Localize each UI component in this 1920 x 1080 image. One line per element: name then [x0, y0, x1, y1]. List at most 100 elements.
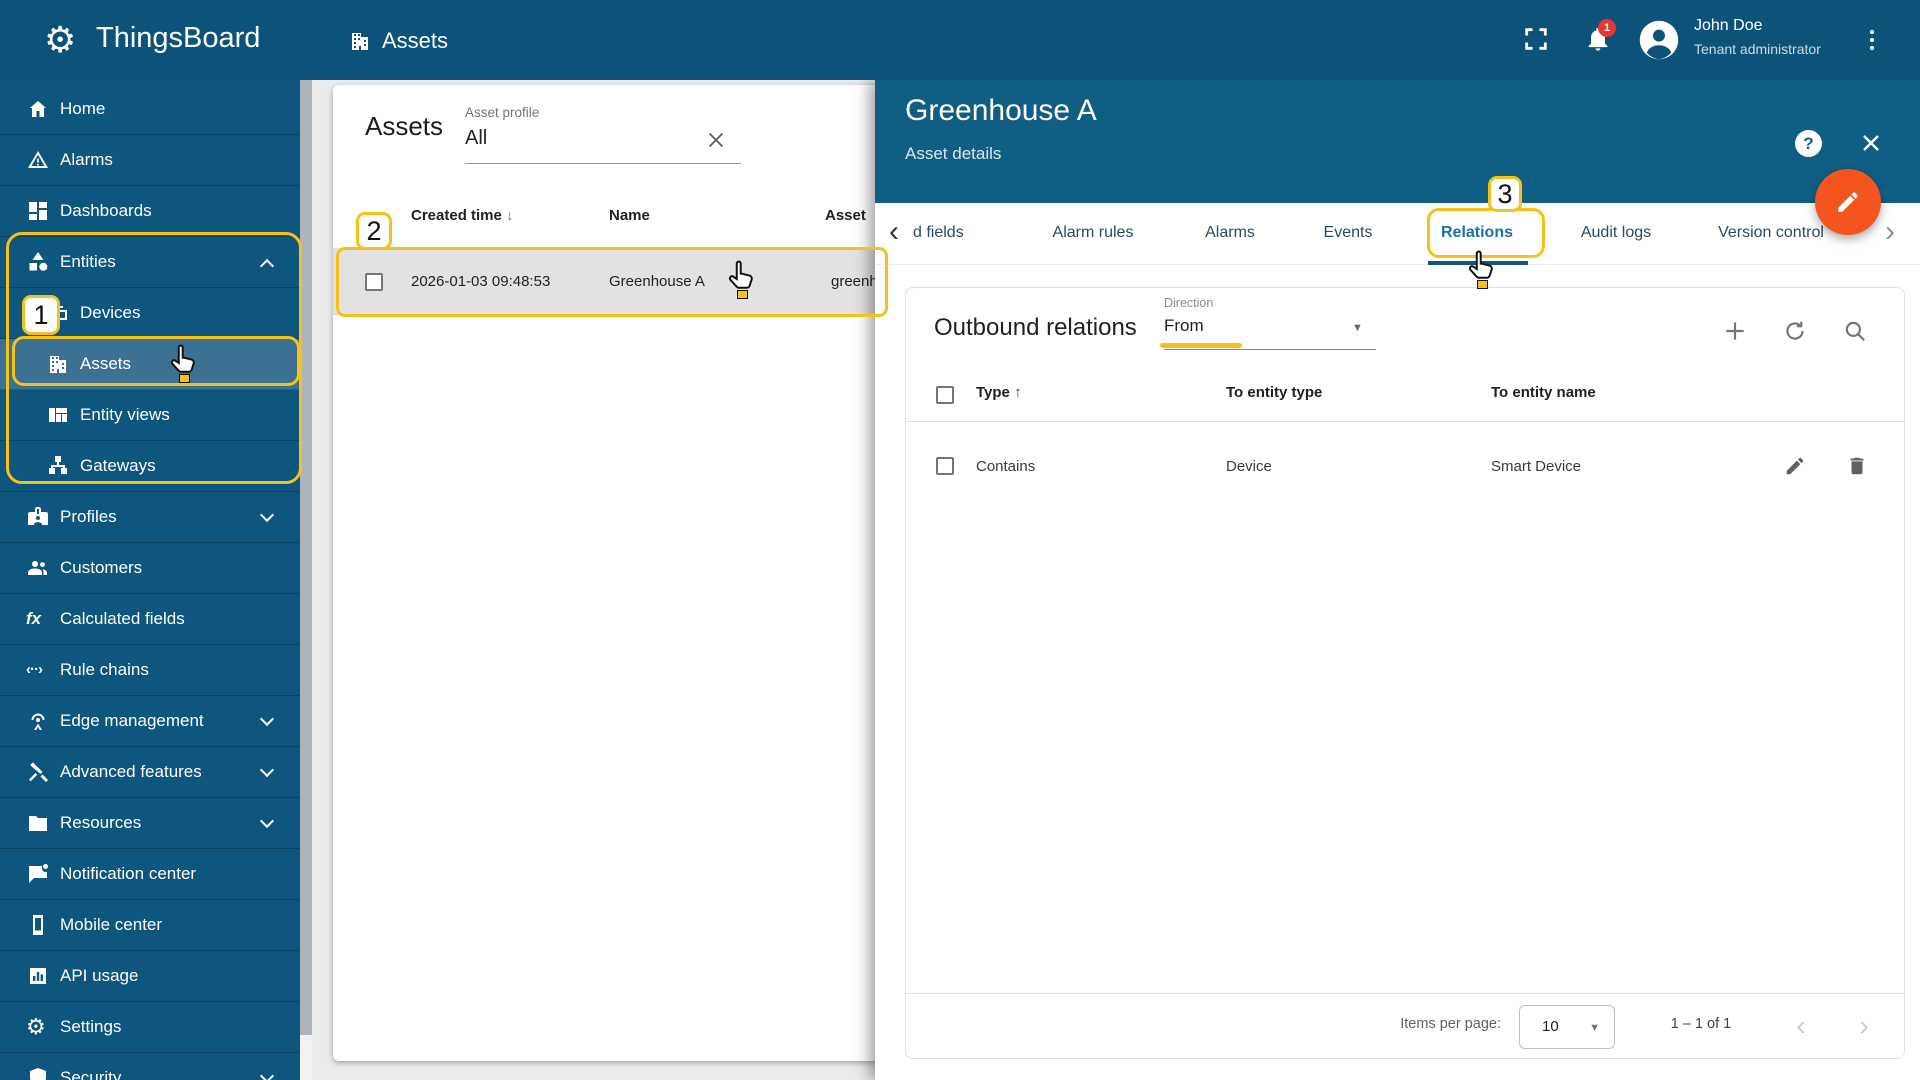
entities-shapes-icon	[26, 250, 50, 274]
dropdown-arrow-icon[interactable]: ▼	[1352, 322, 1363, 334]
sidebar-item-entities[interactable]: Entities	[0, 237, 300, 288]
sidebar-item-devices[interactable]: Devices	[0, 288, 300, 339]
sidebar-item-rule-chains[interactable]: ‹··› Rule chains	[0, 645, 300, 696]
notifications-bell-icon[interactable]: 1	[1584, 19, 1616, 57]
refresh-icon[interactable]	[1782, 318, 1808, 344]
drawer-title: Greenhouse A	[905, 94, 1097, 127]
sidebar-item-resources[interactable]: Resources	[0, 798, 300, 849]
sidebar-item-customers[interactable]: Customers	[0, 543, 300, 594]
tabs-scroll-right-icon[interactable]: ›	[1885, 203, 1895, 261]
column-header-asset-profile[interactable]: Asset	[825, 207, 866, 224]
sidebar-item-api-usage[interactable]: API usage	[0, 951, 300, 1002]
next-page-icon[interactable]: ›	[1849, 1002, 1879, 1050]
sidebar-item-settings[interactable]: ⚙ Settings	[0, 1002, 300, 1053]
sidebar-item-entity-views[interactable]: Entity views	[0, 390, 300, 441]
folder-icon	[26, 811, 50, 835]
direction-select-label: Direction	[1164, 296, 1214, 310]
antenna-icon	[26, 709, 50, 733]
dashboards-icon	[26, 199, 50, 223]
column-header-type[interactable]: Type ↑	[976, 384, 1022, 401]
fx-icon: fx	[26, 609, 42, 628]
relation-row-contains[interactable]: Contains Device Smart Device	[906, 429, 1904, 504]
active-tab-indicator	[1428, 261, 1528, 265]
add-relation-icon[interactable]	[1722, 318, 1748, 344]
tab-calculated-fields[interactable]: d fields	[913, 203, 964, 263]
alarm-triangle-icon	[26, 148, 50, 172]
sidebar-item-advanced-features[interactable]: Advanced features	[0, 747, 300, 798]
chevron-down-icon	[259, 1068, 275, 1080]
tab-relations[interactable]: Relations	[1420, 203, 1534, 263]
relations-section-title: Outbound relations	[934, 314, 1137, 341]
gateways-icon	[46, 454, 70, 478]
asset-details-drawer: Greenhouse A Asset details ? ‹ d fields …	[875, 80, 1920, 1080]
sidebar-item-home[interactable]: Home	[0, 84, 300, 135]
tab-events[interactable]: Events	[1295, 203, 1401, 263]
sidebar-scrollbar[interactable]	[300, 80, 312, 1080]
tabs-scroll-left-icon[interactable]: ‹	[889, 203, 899, 261]
chevron-down-icon	[259, 762, 275, 778]
user-name: John Doe	[1694, 17, 1763, 34]
app-header: ⚙ ThingsBoard Assets 1 John Doe Tenant a…	[0, 0, 1920, 80]
avatar[interactable]	[1638, 19, 1680, 61]
assets-panel-title: Assets	[365, 111, 444, 141]
tools-icon	[26, 760, 50, 784]
divider	[906, 993, 1904, 994]
cell-name[interactable]: Greenhouse A	[609, 249, 705, 315]
table-row-greenhouse-a[interactable]: 2026-01-03 09:48:53 Greenhouse A greenh	[333, 249, 881, 315]
asset-profile-filter-value[interactable]: All	[465, 127, 487, 150]
sidebar-item-calculated-fields[interactable]: fx Calculated fields	[0, 594, 300, 645]
row-checkbox[interactable]	[365, 273, 383, 291]
chevron-down-icon	[259, 813, 275, 829]
thingsboard-logo-icon: ⚙	[44, 19, 77, 60]
fullscreen-icon[interactable]	[1522, 25, 1554, 57]
tab-alarm-rules[interactable]: Alarm rules	[1035, 203, 1151, 263]
delete-trash-icon[interactable]	[1846, 455, 1868, 477]
chevron-up-icon	[259, 258, 275, 274]
kebab-menu-icon[interactable]	[1864, 26, 1880, 54]
direction-select-value[interactable]: From	[1164, 316, 1204, 336]
column-header-to-entity-type[interactable]: To entity type	[1226, 384, 1322, 401]
cell-to-entity-name-link[interactable]: Smart Device	[1491, 429, 1581, 504]
buildings-icon	[46, 352, 70, 376]
sort-desc-icon: ↓	[506, 207, 514, 224]
sidebar-item-notification-center[interactable]: Notification center	[0, 849, 300, 900]
sidebar-item-alarms[interactable]: Alarms	[0, 135, 300, 186]
close-icon[interactable]	[1859, 131, 1883, 155]
drawer-subtitle: Asset details	[905, 144, 1002, 163]
help-icon[interactable]: ?	[1795, 130, 1822, 157]
asset-profile-filter-label: Asset profile	[465, 105, 540, 120]
tab-audit-logs[interactable]: Audit logs	[1559, 203, 1673, 263]
sidebar-item-mobile-center[interactable]: Mobile center	[0, 900, 300, 951]
column-header-name[interactable]: Name	[609, 207, 650, 224]
assets-table-panel: Assets Asset profile All Created time ↓ …	[333, 85, 881, 1061]
rule-chains-icon: ‹··›	[26, 661, 43, 678]
relations-select-all-checkbox[interactable]	[936, 386, 954, 404]
sidebar-item-security[interactable]: Security	[0, 1053, 300, 1080]
sidebar-item-gateways[interactable]: Gateways	[0, 441, 300, 492]
previous-page-icon[interactable]: ‹	[1786, 1002, 1816, 1050]
clear-filter-icon[interactable]	[705, 129, 727, 151]
chevron-down-icon	[259, 711, 275, 727]
tab-alarms[interactable]: Alarms	[1175, 203, 1285, 263]
sidebar-item-edge-management[interactable]: Edge management	[0, 696, 300, 747]
column-header-to-entity-name[interactable]: To entity name	[1491, 384, 1596, 401]
sidebar-item-dashboards[interactable]: Dashboards	[0, 186, 300, 237]
phone-icon	[26, 913, 50, 937]
select-all-checkbox[interactable]	[365, 213, 383, 231]
relations-card: Outbound relations Direction From ▼ Type…	[905, 287, 1905, 1059]
row-checkbox[interactable]	[936, 457, 954, 475]
edit-fab-button[interactable]	[1815, 169, 1881, 235]
chevron-down-icon	[259, 507, 275, 523]
search-icon[interactable]	[1842, 318, 1868, 344]
sidebar-item-assets[interactable]: Assets	[0, 339, 300, 390]
scrollbar-thumb[interactable]	[300, 80, 312, 1035]
select-underline	[1164, 349, 1376, 350]
page-title: Assets	[382, 28, 449, 53]
sidebar-item-profiles[interactable]: Profiles	[0, 492, 300, 543]
column-header-created-time[interactable]: Created time ↓	[411, 207, 514, 224]
edit-pencil-icon[interactable]	[1784, 455, 1806, 477]
sidebar: Home Alarms Dashboards Entities Devices …	[0, 80, 312, 1080]
gear-icon: ⚙	[26, 1014, 46, 1039]
items-per-page-select[interactable]: 10 ▼	[1519, 1005, 1615, 1049]
dropdown-arrow-icon: ▼	[1589, 1022, 1600, 1034]
